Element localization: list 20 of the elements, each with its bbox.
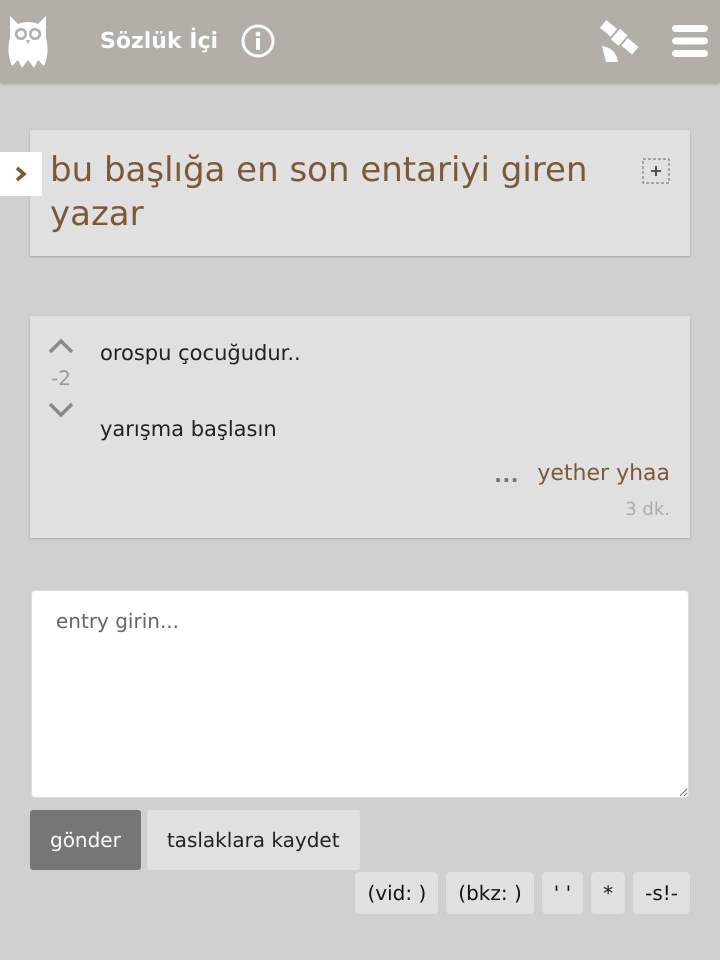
format-button[interactable]: (bkz: ) [446, 872, 534, 914]
format-button[interactable]: ' ' [542, 872, 584, 914]
sidebar-toggle-button[interactable] [0, 152, 42, 196]
format-button[interactable]: * [591, 872, 626, 914]
format-button[interactable]: (vid: ) [355, 872, 438, 914]
entry-text: orospu çocuğudur.. [100, 340, 302, 367]
upvote-icon[interactable] [48, 338, 74, 354]
entry-text: yarışma başlasın [100, 416, 278, 443]
format-button[interactable]: -s!- [633, 872, 690, 914]
vote-score: -2 [51, 366, 71, 390]
topic-title[interactable]: bu başlığa en son entariyi giren yazar [50, 148, 640, 236]
menu-icon[interactable] [672, 23, 708, 59]
author-link[interactable]: yether yhaa [537, 461, 670, 486]
expand-plus-icon[interactable] [642, 158, 670, 184]
save-draft-button[interactable]: taslaklara kaydet [146, 810, 360, 870]
chevron-right-icon [15, 166, 27, 182]
entry-input-field[interactable]: entry girin... [31, 590, 689, 798]
downvote-icon[interactable] [48, 402, 74, 418]
send-button[interactable]: gönder [30, 810, 141, 870]
info-icon[interactable] [240, 23, 276, 59]
